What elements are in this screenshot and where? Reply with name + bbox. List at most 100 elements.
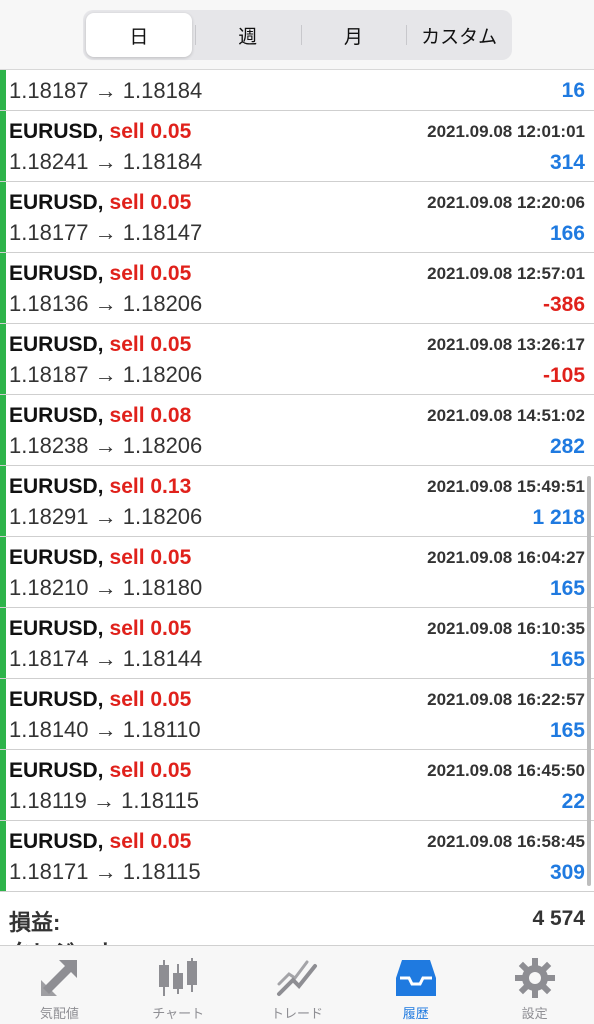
profit-total-label: 損益:: [9, 910, 61, 935]
trade-prices: 1.18177 → 1.18147: [9, 220, 203, 245]
trade-profit: 16: [561, 79, 585, 102]
trade-profit: -105: [542, 364, 585, 387]
trade-header: EURUSD, sell 0.05: [9, 120, 191, 144]
trade-header: EURUSD, sell 0.05: [9, 830, 191, 854]
trade-action: sell 0.05: [109, 333, 192, 356]
trade-profit: -386: [542, 293, 585, 316]
trade-type-indicator: [0, 395, 6, 465]
trade-symbol: EURUSD,: [9, 333, 104, 356]
trade-profit: 314: [549, 151, 585, 174]
trade-symbol: EURUSD,: [9, 617, 104, 640]
tab-label: 設定: [521, 1006, 548, 1021]
trade-action: sell 0.08: [109, 404, 192, 427]
trade-action: sell 0.05: [109, 191, 192, 214]
trade-time: 2021.09.08 12:57:01: [427, 264, 585, 283]
trade-row[interactable]: EURUSD, sell 0.05 2021.09.08 16:45:50 1.181…: [0, 750, 594, 821]
trade-profit: 166: [549, 222, 585, 245]
summary-section: 損益: 4 574 クレジット: [0, 895, 594, 945]
trade-row[interactable]: EURUSD, sell 0.05 2021.09.08 16:04:27 1.182…: [0, 537, 594, 608]
trade-prices: 1.18241 → 1.18184: [9, 149, 203, 174]
trade-type-indicator: [0, 537, 6, 607]
bottom-tab-bar: 気配値 チャート トレード 履歴 設定: [0, 945, 594, 1024]
tab-label: 気配値: [39, 1006, 79, 1021]
trade-row[interactable]: EURUSD, sell 0.05 2021.09.08 16:58:45 1.181…: [0, 821, 594, 892]
trade-type-indicator: [0, 466, 6, 536]
trade-profit: 22: [561, 790, 585, 813]
tab-trade[interactable]: トレード: [238, 946, 357, 1024]
trade-prices: 1.18136 → 1.18206: [9, 291, 203, 316]
trade-header: EURUSD, sell 0.05: [9, 546, 191, 570]
trade-row[interactable]: EURUSD, sell 0.13 2021.09.08 15:49:51 1.182…: [0, 466, 594, 537]
period-tab-week[interactable]: 週: [194, 13, 301, 57]
trade-row[interactable]: EURUSD, sell 0.08 2021.09.08 14:51:02 1.182…: [0, 395, 594, 466]
period-segmented-control: 日 週 月 カスタム: [83, 10, 512, 60]
settings-gear-icon: [514, 958, 555, 998]
trade-action: sell 0.13: [109, 475, 192, 498]
period-tab-custom[interactable]: カスタム: [406, 13, 512, 57]
trade-history-list[interactable]: 1.18187 → 1.18184 16 EURUSD, sell 0.05 202…: [0, 70, 594, 892]
credit-label: クレジット: [9, 935, 119, 945]
trade-type-indicator: [0, 324, 6, 394]
trade-time: 2021.09.08 16:58:45: [427, 832, 585, 851]
trade-type-indicator: [0, 750, 6, 820]
period-selector-bar: 日 週 月 カスタム: [0, 0, 594, 70]
trade-prices: 1.18187 → 1.18206: [9, 362, 203, 387]
trade-time: 2021.09.08 15:49:51: [427, 477, 585, 496]
trade-time: 2021.09.08 16:10:35: [427, 619, 585, 638]
trade-row[interactable]: 1.18187 → 1.18184 16: [0, 70, 594, 111]
tab-chart[interactable]: チャート: [119, 946, 238, 1024]
trade-action: sell 0.05: [109, 546, 192, 569]
trade-profit: 1 218: [532, 506, 585, 529]
trade-header: EURUSD, sell 0.05: [9, 759, 191, 783]
tab-label: トレード: [270, 1006, 323, 1021]
trade-row[interactable]: EURUSD, sell 0.05 2021.09.08 12:01:01 1.182…: [0, 111, 594, 182]
trade-type-indicator: [0, 70, 6, 110]
trade-profit: 282: [549, 435, 585, 458]
trade-row[interactable]: EURUSD, sell 0.05 2021.09.08 16:22:57 1.181…: [0, 679, 594, 750]
trade-type-indicator: [0, 182, 6, 252]
trade-symbol: EURUSD,: [9, 475, 104, 498]
trade-row[interactable]: EURUSD, sell 0.05 2021.09.08 13:26:17 1.181…: [0, 324, 594, 395]
period-tab-day[interactable]: 日: [86, 13, 192, 57]
trade-header: EURUSD, sell 0.05: [9, 688, 191, 712]
trade-header: EURUSD, sell 0.05: [9, 617, 191, 641]
tab-label: 履歴: [402, 1006, 429, 1021]
trade-time: 2021.09.08 16:45:50: [427, 761, 585, 780]
trade-prices: 1.18174 → 1.18144: [9, 646, 203, 671]
trade-prices: 1.18187 → 1.18184: [9, 78, 203, 103]
candlestick-chart-icon: [159, 958, 198, 996]
trade-header: EURUSD, sell 0.05: [9, 191, 191, 215]
trade-action: sell 0.05: [109, 830, 192, 853]
tab-quotes[interactable]: 気配値: [0, 946, 119, 1024]
tab-settings[interactable]: 設定: [475, 946, 594, 1024]
trade-symbol: EURUSD,: [9, 688, 104, 711]
trade-row[interactable]: EURUSD, sell 0.05 2021.09.08 12:20:06 1.181…: [0, 182, 594, 253]
trade-row[interactable]: EURUSD, sell 0.05 2021.09.08 12:57:01 1.181…: [0, 253, 594, 324]
tab-history[interactable]: 履歴: [356, 946, 475, 1024]
trade-symbol: EURUSD,: [9, 262, 104, 285]
trade-time: 2021.09.08 12:20:06: [427, 193, 585, 212]
period-tab-month[interactable]: 月: [300, 13, 407, 57]
trade-row[interactable]: EURUSD, sell 0.05 2021.09.08 16:10:35 1.181…: [0, 608, 594, 679]
trade-prices: 1.18291 → 1.18206: [9, 504, 203, 529]
trade-type-indicator: [0, 111, 6, 181]
trade-type-indicator: [0, 821, 6, 891]
trade-prices: 1.18140 → 1.18110: [9, 717, 201, 742]
trade-profit: 309: [549, 861, 585, 884]
scrollbar[interactable]: [587, 476, 591, 886]
trade-symbol: EURUSD,: [9, 830, 104, 853]
trade-symbol: EURUSD,: [9, 191, 104, 214]
history-tray-icon: [395, 960, 436, 996]
tab-label: チャート: [152, 1006, 205, 1021]
trade-time: 2021.09.08 13:26:17: [427, 335, 585, 354]
trade-header: EURUSD, sell 0.05: [9, 333, 191, 357]
trade-action: sell 0.05: [109, 120, 192, 143]
trade-action: sell 0.05: [109, 262, 192, 285]
trade-header: EURUSD, sell 0.13: [9, 475, 191, 499]
trade-prices: 1.18238 → 1.18206: [9, 433, 203, 458]
trade-time: 2021.09.08 16:04:27: [427, 548, 585, 567]
trade-header: EURUSD, sell 0.05: [9, 262, 191, 286]
trade-symbol: EURUSD,: [9, 759, 104, 782]
trade-action: sell 0.05: [109, 759, 192, 782]
trade-type-indicator: [0, 253, 6, 323]
